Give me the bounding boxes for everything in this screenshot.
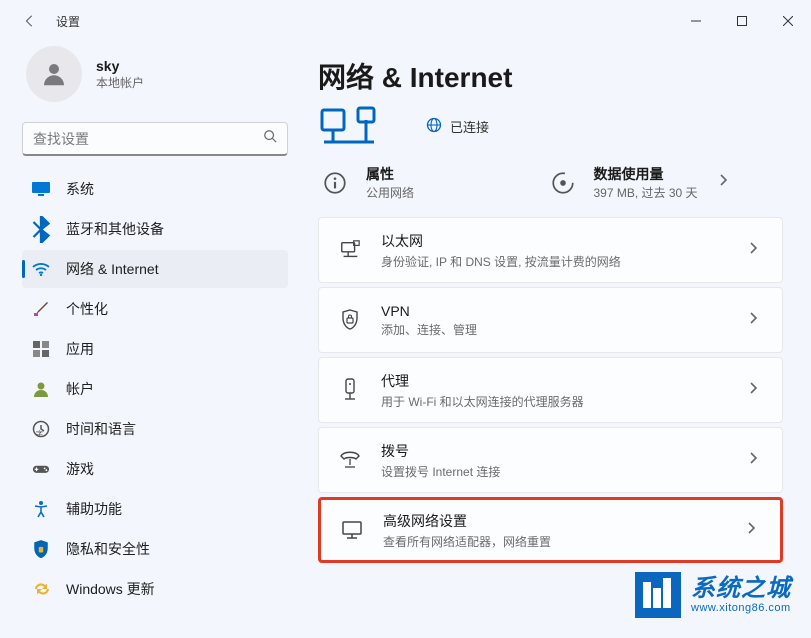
card-sub: 设置拨号 Internet 连接 bbox=[381, 463, 742, 480]
user-profile[interactable]: sky 本地帐户 bbox=[26, 46, 288, 102]
watermark: 系统之城 www.xitong86.com bbox=[635, 572, 791, 618]
card-sub: 用于 Wi-Fi 和以太网连接的代理服务器 bbox=[381, 393, 742, 410]
ethernet-icon bbox=[337, 237, 363, 263]
watermark-zh: 系统之城 bbox=[691, 576, 791, 602]
monitor-icon bbox=[339, 517, 365, 543]
chevron-right-icon bbox=[712, 173, 734, 192]
sidebar-item-label: 时间和语言 bbox=[66, 419, 136, 439]
chevron-right-icon bbox=[742, 451, 764, 470]
account-icon bbox=[32, 380, 50, 398]
accessibility-icon bbox=[32, 500, 50, 518]
card-vpn[interactable]: VPN 添加、连接、管理 bbox=[318, 287, 783, 353]
sidebar-item-apps[interactable]: 应用 bbox=[22, 330, 288, 368]
bluetooth-icon bbox=[32, 220, 50, 238]
card-title: 以太网 bbox=[381, 231, 742, 251]
card-title: VPN bbox=[381, 303, 742, 319]
data-usage-title: 数据使用量 bbox=[594, 164, 698, 184]
search-box[interactable] bbox=[22, 122, 288, 156]
sidebar-item-time[interactable]: 字 时间和语言 bbox=[22, 410, 288, 448]
card-sub: 查看所有网络适配器，网络重置 bbox=[383, 533, 740, 550]
ethernet-status-icon bbox=[318, 104, 390, 148]
sidebar-item-label: 个性化 bbox=[66, 299, 108, 319]
page-title: 网络 & Internet bbox=[318, 56, 783, 96]
card-advanced-network[interactable]: 高级网络设置 查看所有网络适配器，网络重置 bbox=[318, 497, 783, 563]
watermark-logo bbox=[635, 572, 681, 618]
svg-text:字: 字 bbox=[36, 429, 43, 438]
profile-sub: 本地帐户 bbox=[96, 74, 144, 91]
sidebar-item-system[interactable]: 系统 bbox=[22, 170, 288, 208]
update-icon bbox=[32, 580, 50, 598]
card-sub: 添加、连接、管理 bbox=[381, 321, 742, 338]
sidebar-item-personalize[interactable]: 个性化 bbox=[22, 290, 288, 328]
card-proxy[interactable]: 代理 用于 Wi-Fi 和以太网连接的代理服务器 bbox=[318, 357, 783, 423]
profile-name: sky bbox=[96, 58, 144, 74]
properties-icon bbox=[318, 166, 352, 200]
apps-icon bbox=[32, 340, 50, 358]
chevron-right-icon bbox=[742, 241, 764, 260]
search-icon bbox=[263, 129, 277, 148]
sidebar-item-label: 应用 bbox=[66, 339, 94, 359]
sidebar-item-label: 游戏 bbox=[66, 459, 94, 479]
shield-icon bbox=[32, 540, 50, 558]
chevron-right-icon bbox=[740, 521, 762, 540]
sidebar-item-label: 蓝牙和其他设备 bbox=[66, 219, 164, 239]
sidebar-item-label: 辅助功能 bbox=[66, 499, 122, 519]
sidebar-item-bluetooth[interactable]: 蓝牙和其他设备 bbox=[22, 210, 288, 248]
properties-block[interactable]: 属性 公用网络 bbox=[318, 164, 546, 201]
sidebar-item-privacy[interactable]: 隐私和安全性 bbox=[22, 530, 288, 568]
card-ethernet[interactable]: 以太网 身份验证, IP 和 DNS 设置, 按流量计费的网络 bbox=[318, 217, 783, 283]
sidebar-item-label: 帐户 bbox=[66, 379, 94, 399]
globe-icon bbox=[426, 117, 442, 136]
brush-icon bbox=[32, 300, 50, 318]
connection-status: 已连接 bbox=[426, 117, 489, 136]
sidebar-item-label: 隐私和安全性 bbox=[66, 539, 150, 559]
card-title: 拨号 bbox=[381, 441, 742, 461]
data-usage-block[interactable]: 数据使用量 397 MB, 过去 30 天 bbox=[546, 164, 774, 201]
card-dialup[interactable]: 拨号 设置拨号 Internet 连接 bbox=[318, 427, 783, 493]
system-icon bbox=[32, 180, 50, 198]
card-sub: 身份验证, IP 和 DNS 设置, 按流量计费的网络 bbox=[381, 253, 742, 270]
chevron-right-icon bbox=[742, 311, 764, 330]
sidebar-item-label: Windows 更新 bbox=[66, 579, 155, 599]
back-button[interactable] bbox=[18, 9, 42, 33]
data-usage-icon bbox=[546, 166, 580, 200]
sidebar-item-accounts[interactable]: 帐户 bbox=[22, 370, 288, 408]
shield-lock-icon bbox=[337, 307, 363, 333]
close-button[interactable] bbox=[765, 5, 811, 37]
clock-icon: 字 bbox=[32, 420, 50, 438]
sidebar-item-update[interactable]: Windows 更新 bbox=[22, 570, 288, 608]
properties-title: 属性 bbox=[366, 164, 414, 184]
sidebar-item-accessibility[interactable]: 辅助功能 bbox=[22, 490, 288, 528]
sidebar-item-label: 系统 bbox=[66, 179, 94, 199]
sidebar-item-gaming[interactable]: 游戏 bbox=[22, 450, 288, 488]
window-title: 设置 bbox=[56, 13, 80, 30]
maximize-button[interactable] bbox=[719, 5, 765, 37]
wifi-icon bbox=[32, 260, 50, 278]
proxy-icon bbox=[337, 377, 363, 403]
sidebar-item-network[interactable]: 网络 & Internet bbox=[22, 250, 288, 288]
sidebar-item-label: 网络 & Internet bbox=[66, 259, 159, 279]
card-title: 高级网络设置 bbox=[383, 511, 740, 531]
data-usage-sub: 397 MB, 过去 30 天 bbox=[594, 184, 698, 201]
minimize-button[interactable] bbox=[673, 5, 719, 37]
card-title: 代理 bbox=[381, 371, 742, 391]
properties-sub: 公用网络 bbox=[366, 184, 414, 201]
chevron-right-icon bbox=[742, 381, 764, 400]
avatar bbox=[26, 46, 82, 102]
phone-icon bbox=[337, 447, 363, 473]
gamepad-icon bbox=[32, 460, 50, 478]
search-input[interactable] bbox=[33, 131, 263, 147]
watermark-en: www.xitong86.com bbox=[691, 602, 791, 614]
